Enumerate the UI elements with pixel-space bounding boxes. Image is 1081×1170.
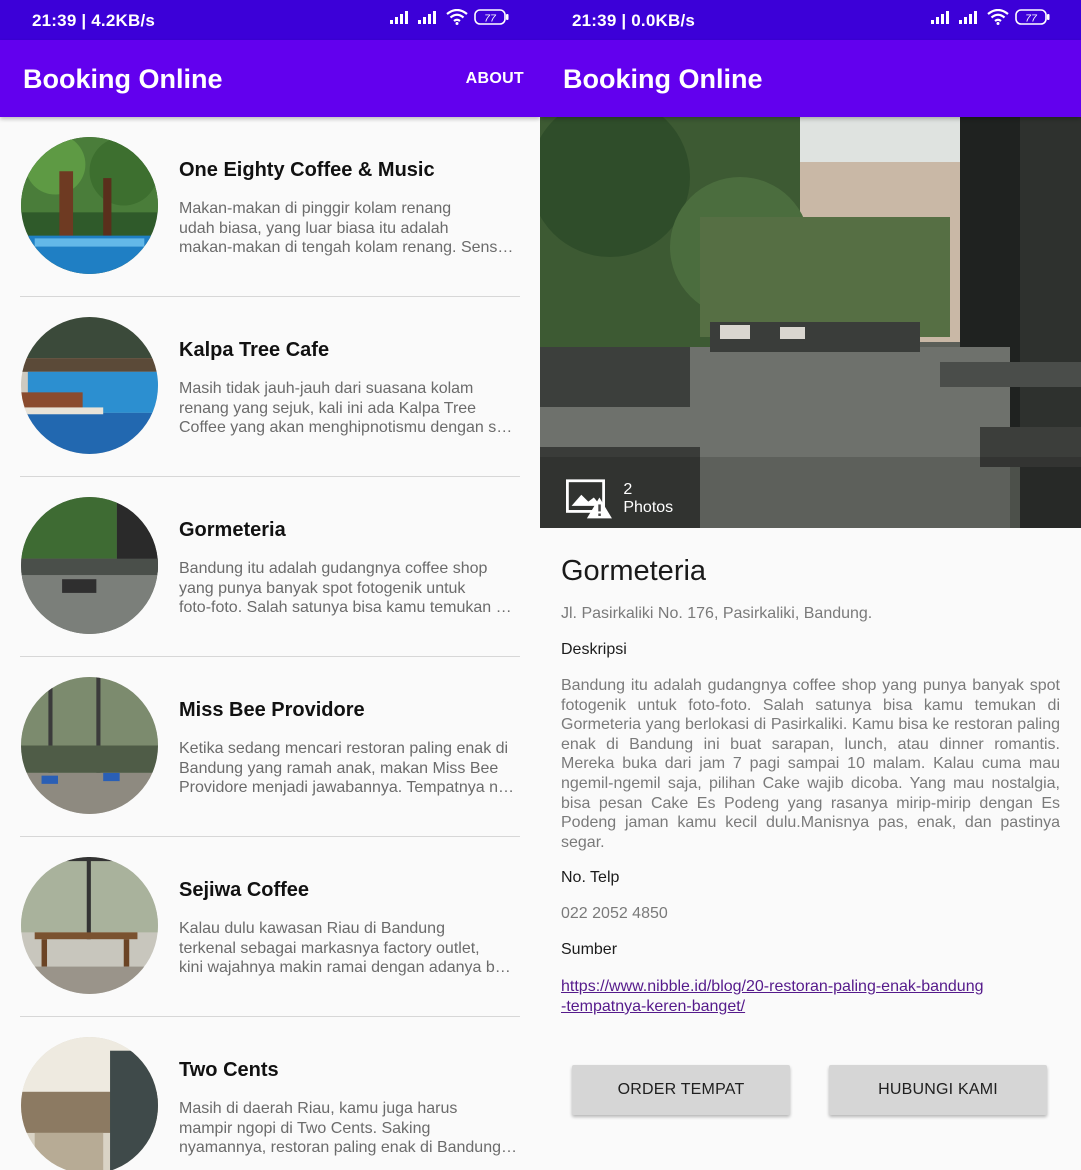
- place-title: Miss Bee Providore: [179, 699, 365, 721]
- status-bar: 21:39 | 0.0KB/s 77: [540, 0, 1081, 40]
- place-description: Masih tidak jauh-jauh dari suasana kolam…: [179, 380, 513, 437]
- place-thumbnail: [21, 1037, 158, 1170]
- list-item[interactable]: Kalpa Tree Cafe Masih tidak jauh-jauh da…: [0, 297, 540, 477]
- place-list: One Eighty Coffee & Music Makan-makan di…: [0, 117, 540, 1170]
- list-item[interactable]: Gormeteria Bandung itu adalah gudangnya …: [0, 477, 540, 657]
- place-title: Two Cents: [179, 1059, 279, 1081]
- signal-icon: [959, 11, 977, 24]
- place-description: Kalau dulu kawasan Riau di Bandung terken…: [179, 920, 511, 977]
- about-button[interactable]: ABOUT: [466, 70, 524, 88]
- list-item[interactable]: Two Cents Masih di daerah Riau, kamu jug…: [0, 1017, 540, 1170]
- signal-icon: [931, 11, 949, 24]
- place-address: Jl. Pasirkaliki No. 176, Pasirkaliki, Ba…: [561, 605, 873, 622]
- place-thumbnail: [21, 137, 158, 274]
- place-thumbnail: [21, 317, 158, 454]
- battery-icon: 77: [474, 9, 509, 25]
- list-item[interactable]: Miss Bee Providore Ketika sedang mencari…: [0, 657, 540, 837]
- battery-level: 77: [1025, 13, 1038, 25]
- order-place-button[interactable]: ORDER TEMPAT: [572, 1065, 790, 1115]
- app-bar: Booking Online ABOUT: [0, 40, 540, 117]
- place-thumbnail: [21, 497, 158, 634]
- description-label: Deskripsi: [561, 641, 627, 658]
- list-screen: 21:39 | 4.2KB/s 77 Booking Online ABOUT: [0, 0, 540, 1170]
- place-description: Makan-makan di pinggir kolam renang udah …: [179, 200, 514, 257]
- photos-badge[interactable]: 2 Photos: [566, 478, 673, 520]
- signal-icon: [390, 11, 408, 24]
- place-title: Gormeteria: [179, 519, 286, 541]
- app-title: Booking Online: [563, 64, 763, 94]
- place-thumbnail: [21, 677, 158, 814]
- place-title: Kalpa Tree Cafe: [179, 339, 330, 361]
- signal-icon: [418, 11, 436, 24]
- status-time: 21:39 | 0.0KB/s: [572, 11, 696, 30]
- wifi-icon: [987, 9, 1009, 25]
- list-item[interactable]: One Eighty Coffee & Music Makan-makan di…: [0, 117, 540, 297]
- photos-count: 2 Photos: [623, 480, 674, 516]
- broken-image-icon: [566, 479, 612, 519]
- phone-label: No. Telp: [561, 869, 620, 886]
- place-description: Masih di daerah Riau, kamu juga harus mam…: [179, 1100, 517, 1157]
- phone-number: 022 2052 4850: [561, 905, 668, 922]
- place-description: Ketika sedang mencari restoran paling en…: [179, 740, 515, 797]
- place-thumbnail: [21, 857, 158, 994]
- detail-screen: 21:39 | 0.0KB/s 77 Booking Online 2 Phot…: [540, 0, 1081, 1170]
- app-bar: Booking Online: [540, 40, 1081, 117]
- status-time: 21:39 | 4.2KB/s: [32, 11, 156, 30]
- source-link[interactable]: https://www.nibble.id/blog/20-restoran-p…: [561, 977, 1031, 1017]
- contact-us-button[interactable]: HUBUNGI KAMI: [829, 1065, 1047, 1115]
- battery-icon: 77: [1015, 9, 1050, 25]
- source-label: Sumber: [561, 941, 618, 958]
- place-photo[interactable]: 2 Photos: [540, 117, 1081, 528]
- battery-level: 77: [484, 13, 497, 25]
- place-title: One Eighty Coffee & Music: [179, 159, 435, 181]
- place-description-full: Bandung itu adalah gudangnya coffee shop…: [561, 677, 1060, 851]
- status-bar: 21:39 | 4.2KB/s 77: [0, 0, 540, 40]
- wifi-icon: [446, 9, 468, 25]
- list-item[interactable]: Sejiwa Coffee Kalau dulu kawasan Riau di…: [0, 837, 540, 1017]
- app-title: Booking Online: [23, 64, 223, 94]
- place-name: Gormeteria: [561, 555, 707, 587]
- place-title: Sejiwa Coffee: [179, 879, 310, 901]
- place-description: Bandung itu adalah gudangnya coffee shop…: [179, 560, 512, 617]
